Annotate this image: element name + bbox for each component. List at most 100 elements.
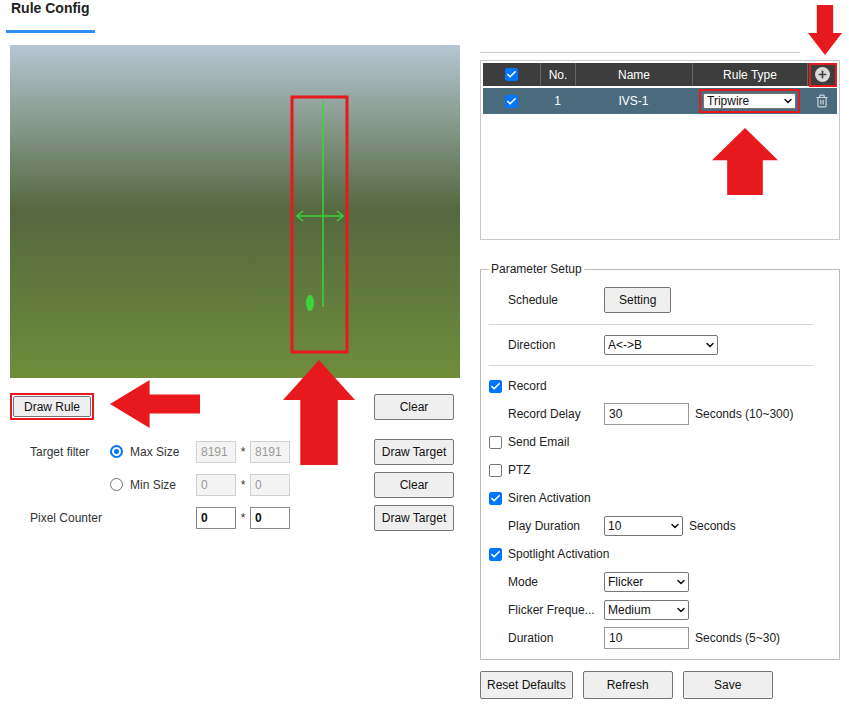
delete-cell [807, 88, 837, 114]
param-row: ModeFlicker [489, 568, 831, 596]
separator: * [236, 509, 250, 527]
param-input[interactable]: 30 [604, 403, 689, 425]
table-row[interactable]: 1IVS-1 Tripwire [483, 88, 837, 114]
option-checkbox[interactable] [489, 548, 502, 561]
param-label: Direction [508, 336, 604, 354]
header-checkbox-cell [483, 63, 540, 86]
add-rule-cell [807, 63, 837, 86]
check-icon [490, 381, 501, 392]
highlight-box [809, 63, 837, 87]
parameter-setup-legend: Parameter Setup [489, 260, 584, 278]
checkbox-label: Siren Activation [508, 489, 591, 507]
width-input[interactable]: 0 [196, 507, 236, 529]
separator-line [480, 52, 800, 53]
param-unit: Seconds (10~300) [695, 405, 793, 423]
footer-button[interactable]: Refresh [583, 671, 673, 699]
checkbox-row[interactable]: Record [489, 372, 831, 400]
width-input[interactable]: 8191 [196, 441, 236, 463]
page-tab[interactable]: Rule Config [6, 0, 95, 33]
pixel-counter-left: Pixel Counter0*0 [10, 507, 374, 529]
target-filter-row: Target filterMax Size8191*8191Draw Targe… [10, 438, 460, 465]
height-input[interactable]: 0 [250, 474, 290, 496]
param-label: Record Delay [508, 405, 604, 423]
radio-button[interactable] [110, 478, 123, 491]
footer-button[interactable]: Reset Defaults [480, 671, 573, 699]
checkbox-label: PTZ [508, 461, 531, 479]
footer-buttons: Reset Defaults Refresh Save [480, 671, 840, 699]
column-header: Name [575, 63, 692, 86]
size-inputs: 0*0 [196, 507, 290, 529]
left-column: Draw RuleClearTarget filterMax Size8191*… [0, 45, 480, 699]
chevron-icon [675, 604, 687, 616]
down-arrow-icon [808, 5, 842, 55]
param-row: DirectionA<->B [489, 331, 831, 359]
param-label: Schedule [508, 291, 604, 309]
target-filter-label: Target filter [10, 443, 110, 461]
pixel-counter-row: Pixel Counter0*0Draw Target [10, 504, 460, 531]
checkbox-row[interactable]: Siren Activation [489, 484, 831, 512]
chevron-icon [704, 339, 716, 351]
param-input[interactable]: 10 [604, 627, 689, 649]
width-input[interactable]: 0 [196, 474, 236, 496]
target-filter-left: Min Size0*0 [10, 474, 374, 496]
select-all-checkbox[interactable] [505, 68, 518, 81]
param-label: Duration [508, 629, 604, 647]
divider [489, 365, 813, 366]
main: Draw RuleClearTarget filterMax Size8191*… [0, 45, 849, 699]
add-icon[interactable] [815, 67, 830, 82]
rules-table: No.NameRule Type1IVS-1Tripwire [480, 60, 840, 240]
chevron-icon [782, 95, 794, 107]
param-label: Flicker Freque... [508, 601, 604, 619]
row-number: 1 [540, 88, 575, 114]
param-select[interactable]: Flicker [604, 572, 689, 592]
checkbox-label: Spotlight Activation [508, 545, 609, 563]
size-inputs: 0*0 [196, 474, 290, 496]
row-checkbox-cell [483, 88, 540, 114]
checkbox-row[interactable]: Send Email [489, 428, 831, 456]
height-input[interactable]: 0 [250, 507, 290, 529]
size-inputs: 8191*8191 [196, 441, 290, 463]
chevron-icon [669, 520, 681, 532]
separator: * [236, 443, 250, 461]
size-option[interactable]: Max Size [110, 443, 196, 461]
height-input[interactable]: 8191 [250, 441, 290, 463]
divider [489, 324, 813, 325]
row-checkbox[interactable] [505, 95, 518, 108]
rule-config-page: Rule Config Draw Rule Clear Target filterMa… [0, 0, 849, 711]
option-checkbox[interactable] [489, 436, 502, 449]
param-unit: Seconds (5~30) [695, 629, 780, 647]
option-checkbox[interactable] [489, 380, 502, 393]
radio-button[interactable] [110, 445, 123, 458]
target-button[interactable]: Clear [374, 472, 454, 498]
row-name: IVS-1 [575, 88, 692, 114]
option-checkbox[interactable] [489, 464, 502, 477]
param-label: Mode [508, 573, 604, 591]
separator: * [236, 476, 250, 494]
up-arrow-icon [712, 128, 778, 195]
checkbox-row[interactable]: PTZ [489, 456, 831, 484]
draw-target-button[interactable]: Draw Target [374, 505, 454, 531]
option-checkbox[interactable] [489, 492, 502, 505]
column-header: Rule Type [692, 63, 807, 86]
left-arrow-icon [110, 380, 200, 428]
param-row: Record Delay30 Seconds (10~300) [489, 400, 831, 428]
draw-rule-row: Draw Rule Clear [10, 392, 460, 421]
target-button[interactable]: Draw Target [374, 439, 454, 465]
clear-button[interactable]: Clear [374, 394, 454, 420]
checkbox-row[interactable]: Spotlight Activation [489, 540, 831, 568]
draw-rule-button[interactable]: Draw Rule [13, 396, 91, 417]
camera-view [10, 45, 460, 378]
param-select[interactable]: Medium [604, 600, 689, 620]
param-select[interactable]: A<->B [604, 335, 718, 355]
param-select[interactable]: 10 [604, 516, 683, 536]
rule-type-select[interactable]: Tripwire [703, 93, 796, 109]
size-option[interactable]: Min Size [110, 476, 196, 494]
header: Rule Config [0, 0, 849, 33]
footer-button[interactable]: Save [683, 671, 773, 699]
schedule-setting-button[interactable]: Setting [604, 287, 671, 313]
checkbox-label: Record [508, 377, 547, 395]
check-icon [506, 96, 517, 107]
highlight-box: Draw Rule [10, 393, 94, 420]
trash-icon[interactable] [815, 94, 829, 108]
target-filter-row: Min Size0*0Clear [10, 471, 460, 498]
